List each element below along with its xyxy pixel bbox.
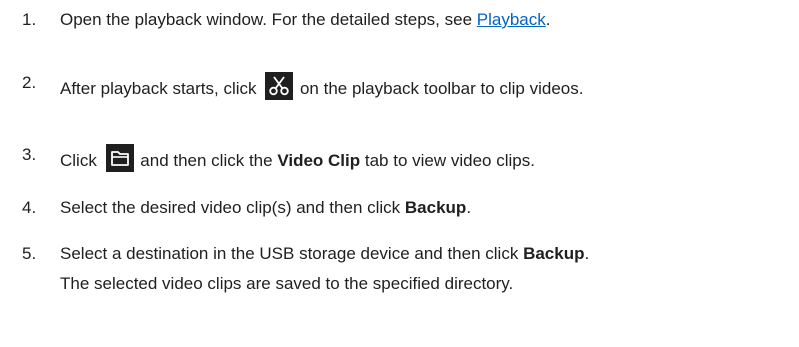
step-text-before: Open the playback window. For the detail… <box>60 10 477 29</box>
step-text-before: After playback starts, click <box>60 79 262 98</box>
scissors-icon <box>265 72 294 100</box>
backup-label: Backup <box>404 198 467 217</box>
step-text-before: Select a destination in the USB storage … <box>60 244 524 263</box>
step-text-after: . <box>466 198 472 217</box>
playback-link[interactable]: Playback <box>477 10 546 29</box>
step-result-text: The selected video clips are saved to th… <box>60 274 514 293</box>
step-text-after: on the playback toolbar to clip videos. <box>295 79 584 98</box>
step-number: 1. <box>22 10 37 29</box>
step-text-after: tab to view video clips. <box>360 151 535 170</box>
step-text: Click and then click the Video Clip tab … <box>60 144 535 172</box>
step-number: 2. <box>22 73 37 92</box>
folder-icon <box>105 144 134 172</box>
step-text: Select the desired video clip(s) and the… <box>60 197 471 219</box>
step-text-middle: and then click the <box>135 151 278 170</box>
video-clip-tab-label: Video Clip <box>277 151 361 170</box>
step-text: Open the playback window. For the detail… <box>60 9 550 31</box>
step-text-before: Click <box>60 151 102 170</box>
step-text: After playback starts, click on the play… <box>60 72 583 100</box>
step-number: 3. <box>22 145 37 164</box>
step-text-before: Select the desired video clip(s) and the… <box>60 198 405 217</box>
step-text-after: . <box>545 10 551 29</box>
step-text-after: . <box>584 244 590 263</box>
step-number: 4. <box>22 198 37 217</box>
backup-label: Backup <box>523 244 585 263</box>
step-text: Select a destination in the USB storage … <box>60 243 589 295</box>
step-5: 5. Select a destination in the USB stora… <box>0 243 799 303</box>
step-number: 5. <box>22 244 37 263</box>
